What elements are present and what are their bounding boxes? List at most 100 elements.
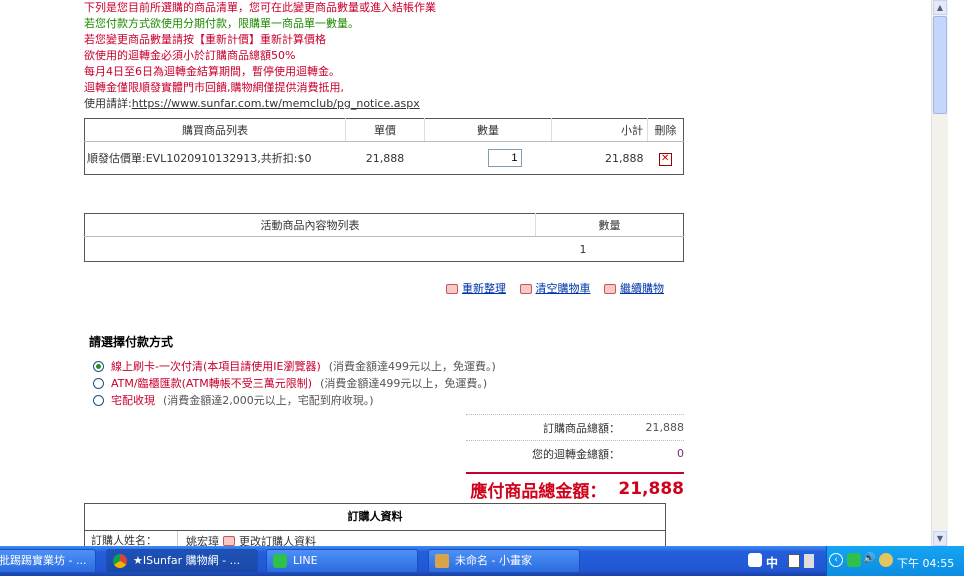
taskbar-item-label: 未命名 - 小畫家 <box>455 554 532 567</box>
col-qty-header: 數量 <box>424 118 552 142</box>
buyer-title: 訂購人資料 <box>85 504 665 531</box>
payment-option-cod[interactable]: 宅配收現 (消費金額達2,000元以上，宅配到府收現。) <box>93 392 496 409</box>
notice-line: 每月4日至6日為迴轉金結算期間，暫停使用迴轉金。 <box>84 65 340 78</box>
radio-icon[interactable] <box>93 395 104 406</box>
notice-line: 若您付款方式欲使用分期付款，限購單一商品單一數量。 <box>84 17 359 30</box>
order-total-label: 訂購商品總額： <box>543 421 620 435</box>
rebate-row: 您的迴轉金總額： 0 <box>466 440 684 466</box>
chrome-icon <box>113 554 127 568</box>
notice-link-line: 使用請詳:https://www.sunfar.com.tw/memclub/p… <box>84 96 436 112</box>
ime-indicator[interactable]: 中 <box>766 554 778 571</box>
scroll-down-icon[interactable]: ▼ <box>933 531 947 546</box>
network-icon[interactable] <box>879 553 893 567</box>
cart-actions: 重新整理 清空購物車 繼續購物 <box>446 280 674 296</box>
payment-option-note: (消費金額達499元以上，免運費。) <box>320 377 488 390</box>
payment-option-card[interactable]: 線上刷卡-一次付清(本項目請使用IE瀏覽器) (消費金額達499元以上，免運費。… <box>93 358 496 375</box>
edit-bullet-icon <box>223 536 235 546</box>
edit-buyer-button[interactable]: 更改訂購人資料 <box>239 533 316 546</box>
rebate-label: 您的迴轉金總額： <box>532 447 620 461</box>
order-summary: 訂購商品總額： 21,888 您的迴轉金總額： 0 應付商品總金額： 21,88… <box>466 414 684 504</box>
buyer-name-label: 訂購人姓名： <box>85 531 178 546</box>
order-total-row: 訂購商品總額： 21,888 <box>466 414 684 440</box>
language-bar-icon[interactable] <box>748 553 762 567</box>
notice-line: 下列是您目前所選購的商品清單，您可在此變更商品數量或進入結帳作業 <box>84 1 436 14</box>
cart-item-subtotal: 21,888 <box>605 151 644 165</box>
ime-mode-icon[interactable] <box>788 554 800 568</box>
clear-cart-label: 清空購物車 <box>535 282 591 295</box>
col-price-header: 單價 <box>345 118 425 142</box>
table-row: 順發估價單:EVL1020910132913,共折扣:$0 21,888 21,… <box>85 142 684 175</box>
recalc-button[interactable]: 重新整理 <box>446 282 506 295</box>
taskbar-item-line[interactable]: LINE <box>266 549 418 573</box>
cart-item-qty-cell <box>425 142 552 175</box>
taskbar-item-label: ★ISunfar 購物網 - ... <box>133 554 241 567</box>
order-total-value: 21,888 <box>645 421 685 434</box>
quantity-input[interactable] <box>487 149 522 167</box>
promo-qty-cell: 1 <box>579 242 587 256</box>
notice-line: 迴轉金僅限順發實體門市回饋,購物網僅提供消費抵用, <box>84 81 344 94</box>
buyer-name-cell: 姚宏璋 更改訂購人資料 <box>178 533 316 546</box>
buyer-name-value: 姚宏璋 <box>186 535 219 546</box>
line-tray-icon[interactable] <box>847 553 861 567</box>
payment-option-label: ATM/臨櫃匯款(ATM轉帳不受三萬元限制) <box>111 377 313 390</box>
payment-option-note: (消費金額達2,000元以上，宅配到府收現。) <box>163 394 374 407</box>
col-product-header: 購買商品列表 <box>84 118 346 142</box>
payment-title: 請選擇付款方式 <box>89 335 174 349</box>
system-tray: ‹ 🔊 下午 04:55 <box>826 546 964 576</box>
radio-selected-icon[interactable] <box>93 361 104 372</box>
promo-header-row: 活動商品內容物列表 數量 <box>84 213 684 237</box>
line-icon <box>273 554 287 568</box>
promo-qty-header: 數量 <box>535 213 684 237</box>
col-delete-header: 刪除 <box>647 118 684 142</box>
browser-page: 下列是您目前所選購的商品清單，您可在此變更商品數量或進入結帳作業 若您付款方式欲… <box>0 0 948 546</box>
payable-label: 應付商品總金額： <box>470 481 607 502</box>
tray-expand-icon[interactable]: ‹ <box>829 553 843 567</box>
taskbar-item-ptt[interactable]: 批踢踢實業坊 - ... <box>0 549 96 573</box>
cart-item-delete-cell: ✕ <box>648 142 684 175</box>
continue-shopping-label: 繼續購物 <box>620 282 664 295</box>
taskbar-item-sunfar[interactable]: ★ISunfar 購物網 - ... <box>106 549 258 573</box>
col-subtotal-header: 小計 <box>551 118 648 142</box>
buyer-name-row: 訂購人姓名： 姚宏璋 更改訂購人資料 <box>85 531 665 546</box>
scroll-up-icon[interactable]: ▲ <box>933 0 947 15</box>
cart-header-row: 購買商品列表 單價 數量 小計 刪除 <box>84 118 684 142</box>
taskbar-item-label: LINE <box>293 554 318 567</box>
radio-icon[interactable] <box>93 378 104 389</box>
cart-item-name: 順發估價單:EVL1020910132913,共折扣:$0 <box>87 152 312 165</box>
payment-option-note: (消費金額達499元以上，免運費。) <box>328 360 496 373</box>
payable-total: 應付商品總金額： 21,888 <box>466 472 684 504</box>
notice-block: 下列是您目前所選購的商品清單，您可在此變更商品數量或進入結帳作業 若您付款方式欲… <box>84 0 436 112</box>
button-bullet-icon <box>604 284 616 294</box>
recalc-label: 重新整理 <box>462 282 506 295</box>
notice-line: 若您變更商品數量請按【重新計價】重新計算價格 <box>84 33 326 46</box>
payment-options: 線上刷卡-一次付清(本項目請使用IE瀏覽器) (消費金額達499元以上，免運費。… <box>93 358 496 409</box>
notice-link[interactable]: https://www.sunfar.com.tw/memclub/pg_not… <box>132 97 420 110</box>
rebate-value: 0 <box>677 447 684 460</box>
cart-table: 購買商品列表 單價 數量 小計 刪除 順發估價單:EVL102091013291… <box>84 118 684 175</box>
promo-table: 活動商品內容物列表 數量 1 <box>84 213 684 262</box>
taskbar-item-paint[interactable]: 未命名 - 小畫家 <box>428 549 580 573</box>
paint-icon <box>435 554 449 568</box>
promo-content-header: 活動商品內容物列表 <box>84 213 536 237</box>
button-bullet-icon <box>446 284 458 294</box>
notice-line: 欲使用的迴轉金必須小於訂購商品總額50% <box>84 49 296 62</box>
clock[interactable]: 下午 04:55 <box>897 555 954 571</box>
taskbar-item-label: 批踢踢實業坊 - ... <box>0 554 87 567</box>
clear-cart-button[interactable]: 清空購物車 <box>519 282 591 295</box>
taskbar: 批踢踢實業坊 - ... ★ISunfar 購物網 - ... LINE 未命名… <box>0 546 964 576</box>
payable-value: 21,888 <box>618 479 684 499</box>
cart-item-price: 21,888 <box>365 151 405 165</box>
payment-option-atm[interactable]: ATM/臨櫃匯款(ATM轉帳不受三萬元限制) (消費金額達499元以上，免運費。… <box>93 375 496 392</box>
vertical-scrollbar[interactable]: ▲ ▼ <box>931 0 948 546</box>
delete-icon[interactable]: ✕ <box>658 152 672 166</box>
notice-link-prefix: 使用請詳: <box>84 97 132 110</box>
button-bullet-icon <box>519 284 532 294</box>
table-row: 1 <box>85 237 684 262</box>
scroll-thumb[interactable] <box>933 16 947 114</box>
ime-options-icon[interactable] <box>804 554 814 568</box>
volume-icon[interactable]: 🔊 <box>863 553 875 567</box>
payment-option-label: 宅配收現 <box>111 394 155 407</box>
continue-shopping-button[interactable]: 繼續購物 <box>604 282 664 295</box>
promo-content-cell <box>85 237 536 262</box>
buyer-panel: 訂購人資料 訂購人姓名： 姚宏璋 更改訂購人資料 <box>84 503 666 546</box>
